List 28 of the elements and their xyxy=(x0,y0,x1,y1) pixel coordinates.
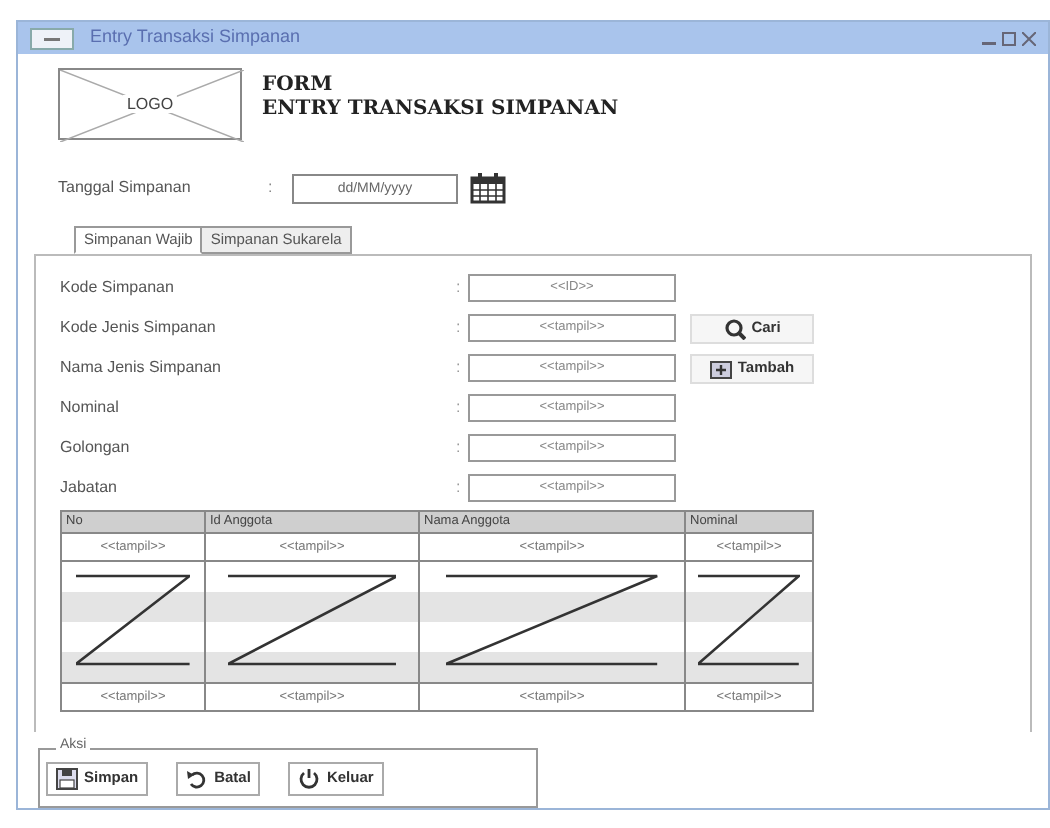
field-label: Jabatan xyxy=(60,476,119,500)
maximize-icon[interactable] xyxy=(1002,31,1016,45)
field-label: Kode Jenis Simpanan xyxy=(60,316,218,340)
calendar-icon[interactable] xyxy=(470,172,506,204)
close-icon[interactable] xyxy=(1022,31,1036,45)
field-label: Tanggal Simpanan xyxy=(58,176,193,200)
separator: : xyxy=(456,356,463,380)
field-label: Nama Jenis Simpanan xyxy=(60,356,223,380)
field-label: Nominal xyxy=(60,396,121,420)
power-icon xyxy=(298,767,321,789)
separator: : xyxy=(456,436,463,460)
z-placeholder-drawing xyxy=(76,574,190,666)
undo-icon xyxy=(186,767,209,789)
separator: : xyxy=(456,476,463,500)
z-placeholder-drawing xyxy=(698,574,800,666)
window-menu-icon[interactable] xyxy=(30,27,74,49)
form-title: FORM xyxy=(262,74,335,98)
search-icon xyxy=(723,317,746,339)
folder-icon xyxy=(709,357,732,379)
field-label: Kode Simpanan xyxy=(60,276,176,300)
field-label: Golongan xyxy=(60,436,132,460)
window-title: Entry Transaksi Simpanan xyxy=(90,24,301,51)
separator: : xyxy=(456,276,463,300)
form-title: ENTRY TRANSAKSI SIMPANAN xyxy=(262,98,619,122)
separator: : xyxy=(456,396,463,420)
separator: : xyxy=(268,176,275,200)
logo-label: LOGO xyxy=(122,95,178,113)
separator: : xyxy=(456,316,463,340)
